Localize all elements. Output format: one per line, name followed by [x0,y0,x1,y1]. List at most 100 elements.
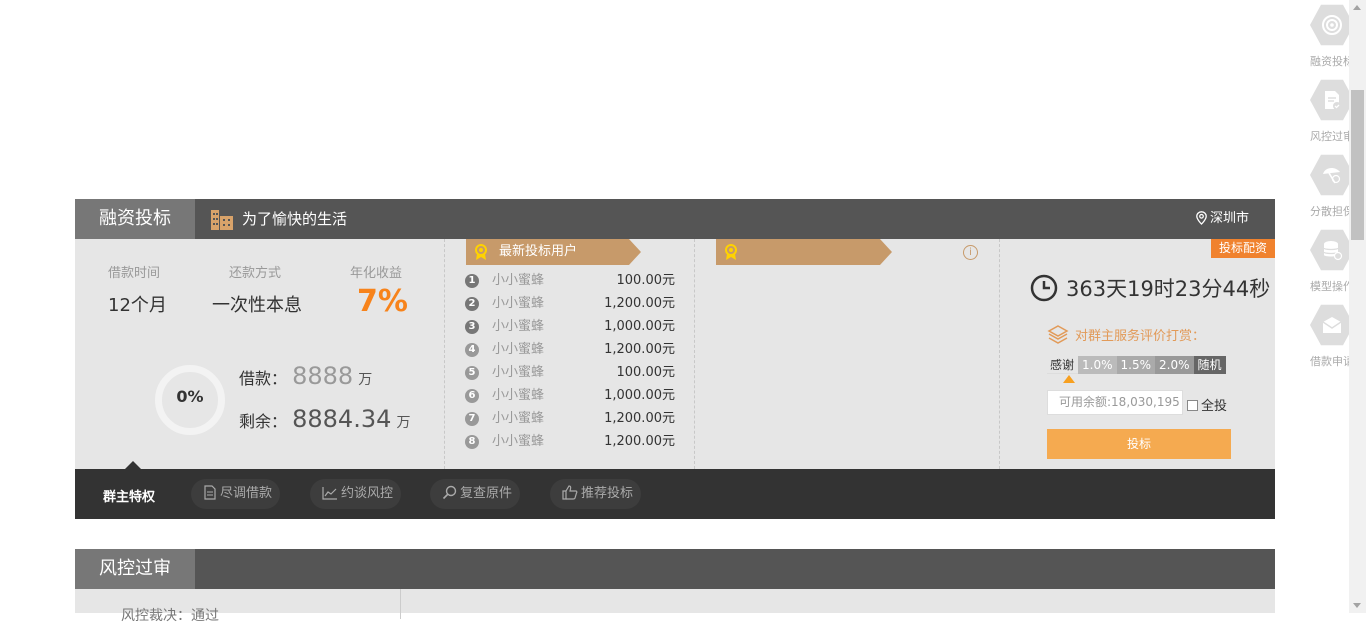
latest-bidders-title: 最新投标用户 [499,244,578,259]
bid-amount: 1,200.00元 [604,342,675,357]
recommend-bid-label: 推荐投标 [581,486,634,501]
bidder-name: 小小蜜蜂 [492,273,545,288]
rank-badge: 1 [465,274,479,288]
remain-label: 剩余： [239,412,288,431]
risk-interview-label: 约谈风控 [341,486,394,501]
tip-option-2-0[interactable]: 2.0% [1155,356,1194,374]
list-item: 6 小小蜜蜂 1,000.00元 [465,384,675,407]
risk-verdict: 风控裁决：通过 [121,608,219,624]
tip-option-thanks[interactable]: 感谢 [1047,356,1079,374]
rank-badge: 3 [465,320,479,334]
borrow-unit: 万 [358,372,373,388]
progress-percent: 0% [176,387,204,406]
remain-unit: 万 [396,415,411,431]
borrow-amount-value: 8888 [292,362,354,390]
tip-options: 感谢 1.0% 1.5% 2.0% 随机 [1047,356,1226,374]
list-item: 2 小小蜜蜂 1,200.00元 [465,292,675,315]
tab-owner-privilege[interactable]: 群主特权 [103,486,155,505]
latest-bidders-ribbon: 最新投标用户 [466,239,641,265]
tip-option-1-0[interactable]: 1.0% [1078,356,1117,374]
medal-icon [475,244,487,260]
list-item: 1 小小蜜蜂 100.00元 [465,269,675,292]
side-nav-label: 借款申请 [1310,355,1352,368]
scroll-up-icon[interactable] [1353,5,1361,10]
column-divider [400,589,401,619]
recommend-bid-button[interactable]: 推荐投标 [550,479,642,509]
vertical-scrollbar[interactable] [1349,0,1366,613]
rating-prompt-text: 对群主服务评价打赏： [1075,329,1206,344]
countdown-text: 363天19时23分44秒 [1066,277,1271,301]
tip-option-random[interactable]: 随机 [1193,356,1226,374]
remain-amount: 剩余： 8884.34 万 [239,405,410,433]
bidder-name: 小小蜜蜂 [492,434,545,449]
umbrella-money-icon [1310,154,1354,196]
rank-badge: 4 [465,343,479,357]
clock-icon [1030,274,1058,302]
document-check-icon [1310,79,1354,121]
countdown-timer: 363天19时23分44秒 [1030,273,1270,303]
side-nav-label: 模型操作 [1310,280,1352,293]
loan-term-value: 12个月 [108,295,167,316]
list-item: 7 小小蜜蜂 1,200.00元 [465,407,675,430]
balance-input[interactable]: 可用余额:18,030,195 [1047,390,1183,415]
bidder-name: 小小蜜蜂 [492,388,545,403]
search-icon [442,485,457,500]
all-in-checkbox[interactable]: 全投 [1187,395,1227,414]
info-icon[interactable]: i [963,245,978,260]
bid-financing-badge[interactable]: 投标配资 [1210,239,1275,258]
rank-badge: 5 [465,366,479,380]
rank-badge: 6 [465,389,479,403]
building-icon [211,208,233,230]
annual-yield-value: 7% [357,284,408,319]
loan-term-label: 借款时间 [108,266,161,281]
medal-icon [725,244,737,260]
repay-method-value: 一次性本息 [212,295,302,316]
side-nav-label: 融资投标 [1310,55,1352,68]
list-item: 8 小小蜜蜂 1,200.00元 [465,430,675,453]
database-icon [1310,229,1354,271]
review-originals-button[interactable]: 复查原件 [430,479,521,509]
column-divider [999,239,1000,469]
scrollbar-thumb[interactable] [1351,90,1364,240]
envelope-icon [1310,304,1354,346]
bid-amount: 100.00元 [616,273,676,288]
borrow-label: 借款： [239,369,288,388]
rank-badge: 8 [465,435,479,449]
risk-review-panel: 风控过审 风控裁决：通过 [75,549,1275,624]
tip-option-1-5[interactable]: 1.5% [1116,356,1156,374]
risk-review-tab-label: 风控过审 [75,549,195,589]
column-divider [694,239,695,469]
bidder-name: 小小蜜蜂 [492,365,545,380]
side-nav-label: 分散担保 [1310,205,1352,218]
coin-stack-icon [1047,325,1069,344]
checkbox-box[interactable] [1187,400,1198,411]
bid-amount: 1,000.00元 [604,319,675,334]
bidder-name: 小小蜜蜂 [492,296,545,311]
latest-bidders-list: 1 小小蜜蜂 100.00元 2 小小蜜蜂 1,200.00元 3 小小蜜蜂 1,000.0… [465,269,675,453]
all-in-label: 全投 [1201,399,1228,414]
scroll-down-icon[interactable] [1353,603,1361,608]
chart-icon [322,487,337,500]
list-item: 4 小小蜜蜂 1,200.00元 [465,338,675,361]
bid-amount: 1,200.00元 [604,434,675,449]
city-name: 深圳市 [1209,211,1249,226]
loan-panel: 融资投标 为了愉快的生活 深圳市 借款时间 还款方式 年化收益 12个月 一次性… [75,199,1275,519]
owner-privilege-bar: 群主特权 尽调借款 约谈风控 复查原件 推荐投标 [75,461,1275,519]
due-diligence-button[interactable]: 尽调借款 [191,479,281,509]
rank-badge: 2 [465,297,479,311]
bid-button[interactable]: 投标 [1047,429,1231,459]
borrow-amount: 借款： 8888 万 [239,362,372,390]
target-icon [1310,4,1354,46]
document-icon [204,485,216,500]
loan-title: 为了愉快的生活 [242,210,348,228]
tip-selected-indicator [1063,375,1075,383]
rating-prompt: 对群主服务评价打赏： [1047,325,1205,345]
risk-interview-button[interactable]: 约谈风控 [310,479,402,509]
column-divider [444,239,445,469]
side-nav-label: 风控过审 [1310,130,1352,143]
bidder-name: 小小蜜蜂 [492,319,545,334]
bid-amount: 1,200.00元 [604,296,675,311]
list-item: 3 小小蜜蜂 1,000.00元 [465,315,675,338]
panel-header: 融资投标 为了愉快的生活 深圳市 [75,199,1275,239]
remain-amount-value: 8884.34 [292,405,392,433]
